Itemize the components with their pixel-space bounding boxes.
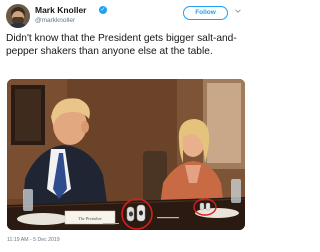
place-card-text: The President [78,216,102,221]
user-name[interactable]: Mark Knoller [35,5,87,15]
follow-button[interactable]: Follow [183,6,228,20]
user-handle[interactable]: @markknoller [35,17,75,24]
verified-badge-icon: ✓ [99,6,107,14]
tweet-text: Didn't know that the President gets bigg… [6,33,237,57]
tweet-photo[interactable]: The President [7,79,245,230]
tweet-timestamp[interactable]: 11:19 AM - 5 Dec 2019 [7,237,60,243]
chevron-down-icon[interactable] [234,7,242,15]
avatar[interactable] [6,4,30,28]
